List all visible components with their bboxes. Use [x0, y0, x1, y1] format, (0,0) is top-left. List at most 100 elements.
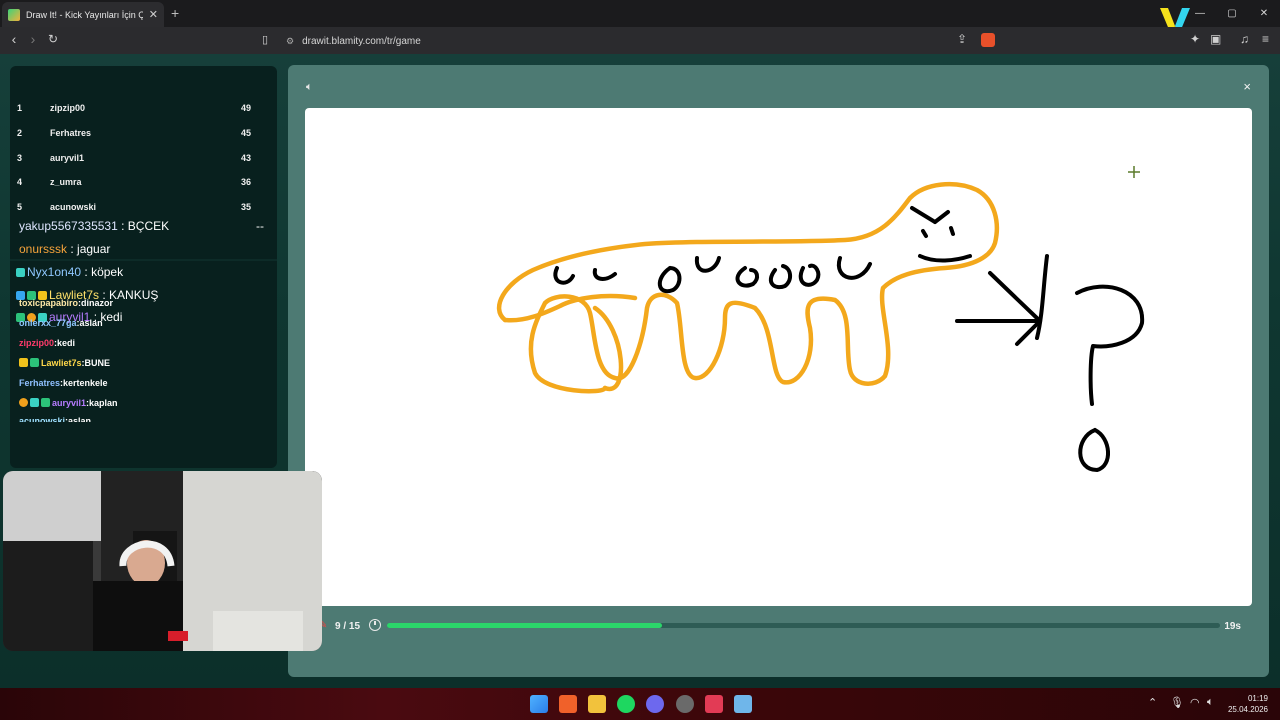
drawing-canvas[interactable] — [305, 108, 1252, 606]
browser-tab-bar: Draw It! - Kick Yayınları İçin Çizim ✕ +… — [0, 0, 1280, 32]
panel-divider — [10, 259, 277, 261]
lizard-spots — [553, 256, 872, 294]
rank: 1 — [17, 103, 23, 113]
game-page: 1 zipzip00 49 2 Ferhatres 45 3 auryvil1 … — [0, 54, 1280, 688]
wifi-icon[interactable]: ◠ — [1190, 696, 1200, 709]
notepad-icon[interactable] — [734, 695, 752, 713]
mod-badge-icon — [41, 398, 50, 407]
forward-icon[interactable]: › — [24, 31, 42, 47]
guess-text: aslan — [68, 416, 92, 422]
lizard-back-stroke — [502, 293, 638, 323]
guess-message: auryvil1:kaplan — [19, 398, 118, 408]
brave-icon[interactable] — [559, 695, 577, 713]
clock-time: 01:19 — [1247, 694, 1268, 703]
new-tab-button[interactable]: + — [171, 5, 179, 21]
clock[interactable]: 01:19 25.04.2026 — [1228, 693, 1268, 715]
chat-user: Nyx1on40 — [27, 265, 82, 279]
window-controls: — ▢ ✕ — [1184, 0, 1280, 27]
browser-tab[interactable]: Draw It! - Kick Yayınları İçin Çizim ✕ — [2, 2, 164, 27]
discord-icon[interactable] — [646, 695, 664, 713]
chat-text: BÇCEK — [127, 219, 170, 233]
rank: 4 — [17, 177, 23, 187]
player-score: 36 — [240, 177, 251, 187]
media-icon[interactable]: ♫ — [1240, 32, 1249, 46]
close-game-button[interactable]: × — [1243, 79, 1251, 94]
player-name: Ferhatres — [50, 128, 92, 138]
guess-user: toxicpapabiro — [19, 298, 79, 308]
guess-message: zipzip00:kedi — [19, 338, 75, 348]
guess-text: kedi — [57, 338, 76, 348]
guess-message: onlerxx_77ga:aslan — [19, 318, 103, 328]
url-text[interactable]: drawit.blamity.com/tr/game — [302, 36, 421, 47]
shield-icon[interactable] — [981, 33, 995, 47]
reload-icon[interactable]: ↻ — [44, 32, 62, 46]
chat-user: onursssk — [19, 242, 68, 256]
mod-badge-icon — [30, 358, 39, 367]
seconds-left: 19s — [1224, 621, 1241, 632]
chat-text: kedi — [100, 310, 123, 324]
sidebar-icon[interactable]: ▣ — [1210, 32, 1221, 46]
chat-separator: : — [81, 265, 92, 279]
share-icon[interactable]: ⇪ — [957, 32, 967, 46]
guess-user: acunowski — [19, 416, 66, 422]
chat-separator: : — [67, 242, 78, 256]
minimize-button[interactable]: — — [1184, 0, 1216, 27]
tab-close-icon[interactable]: ✕ — [149, 8, 158, 21]
chat-message: onursssk : jaguar — [19, 242, 110, 256]
mic-icon[interactable]: 🎙︎ — [1170, 696, 1184, 709]
guess-message: toxicpapabiro:dinazor — [19, 298, 113, 308]
drawing-svg — [497, 166, 1145, 472]
maximize-button[interactable]: ▢ — [1216, 0, 1248, 27]
guess-text: BUNE — [84, 358, 111, 368]
rank: 5 — [17, 202, 23, 212]
tab-favicon-icon — [8, 8, 20, 21]
guess-user: auryvil1 — [52, 398, 87, 408]
volume-icon[interactable]: 🔈︎ — [1207, 696, 1214, 709]
question-mark-drawing — [1075, 284, 1145, 472]
guess-user: onlerxx_77ga — [19, 318, 77, 328]
folder-icon[interactable] — [588, 695, 606, 713]
player-score: 35 — [240, 202, 251, 212]
subscriber-badge-icon — [16, 268, 25, 277]
app-icon[interactable] — [705, 695, 723, 713]
extensions-icon[interactable]: ✦ — [1190, 32, 1200, 46]
menu-icon[interactable]: ≡ — [1262, 32, 1269, 46]
game-panel: 🔈︎ × ✎ 9 / 15 19s — [288, 65, 1269, 677]
site-info-icon[interactable]: ⚙ — [286, 36, 294, 47]
guess-message: acunowski:aslan — [19, 416, 91, 422]
guess-text: dinazor — [81, 298, 114, 308]
subscriber-badge-icon — [30, 398, 39, 407]
guess-message: Lawliet7s:BUNE — [19, 358, 110, 368]
chat-text: köpek — [91, 265, 124, 279]
time-progress-fill — [387, 623, 662, 628]
lizard-face — [910, 206, 972, 263]
back-icon[interactable]: ‹ — [5, 31, 23, 47]
rank: 3 — [17, 153, 23, 163]
taskbar: ⌃ 🎙︎ ◠ 🔈︎ 01:19 25.04.2026 — [0, 688, 1280, 720]
chat-separator: : — [117, 219, 128, 233]
spotify-icon[interactable] — [617, 695, 635, 713]
sound-icon[interactable]: 🔈︎ — [306, 81, 313, 94]
chat-message: Nyx1on40 : köpek — [16, 265, 123, 279]
leaderboard-row: 4 z_umra 36 — [17, 173, 251, 191]
start-icon[interactable] — [530, 695, 548, 713]
tray-chevron-icon[interactable]: ⌃ — [1148, 696, 1157, 709]
address-bar[interactable]: ⚙ drawit.blamity.com/tr/game — [282, 31, 1002, 51]
bookmark-icon[interactable]: ▯ — [256, 33, 274, 46]
guess-message: Ferhatres:kertenkele — [19, 378, 108, 388]
guess-text: aslan — [79, 318, 103, 328]
webcam-image — [3, 471, 322, 651]
browser-nav-bar: ‹ › ↻ ▯ ⚙ drawit.blamity.com/tr/game ⇪ ✦… — [0, 27, 1280, 54]
chat-text: KANKUŞ — [109, 288, 159, 302]
player-score: 45 — [240, 128, 251, 138]
leaderboard-row: 3 auryvil1 43 — [17, 149, 251, 167]
close-window-button[interactable]: ✕ — [1248, 0, 1280, 27]
chat-extra: -- — [256, 219, 264, 233]
tab-title: Draw It! - Kick Yayınları İçin Çizim — [26, 9, 143, 20]
guess-text: kertenkele — [63, 378, 108, 388]
rank: 2 — [17, 128, 23, 138]
guess-user: Lawliet7s — [41, 358, 82, 368]
obs-icon[interactable] — [676, 695, 694, 713]
player-name: z_umra — [50, 177, 82, 187]
player-score: 49 — [240, 103, 251, 113]
